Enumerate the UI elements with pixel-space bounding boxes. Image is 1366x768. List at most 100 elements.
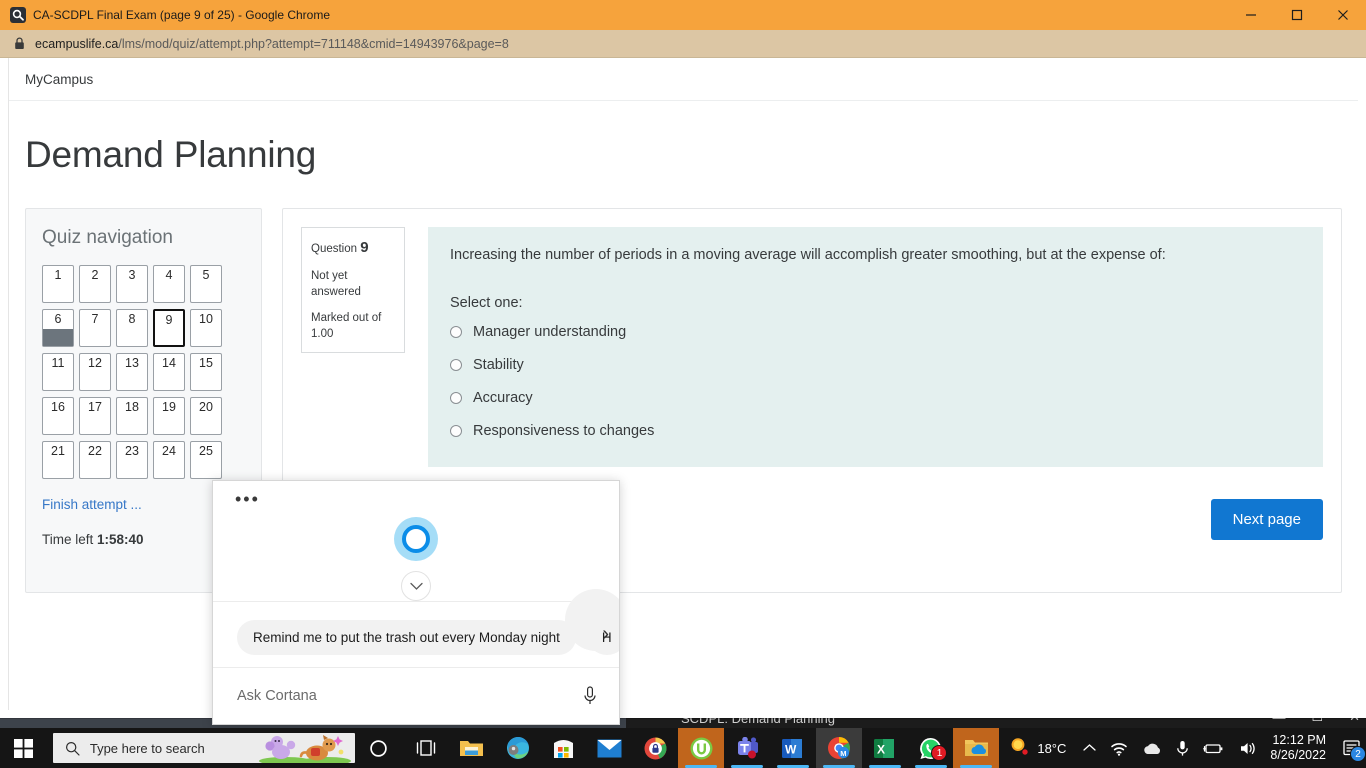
sun-icon (1009, 736, 1029, 761)
taskbar-app-microsoft-store[interactable] (541, 728, 587, 768)
answer-options-list: Manager understanding Stability Accuracy Re… (450, 324, 1301, 439)
cortana-more-options-icon[interactable]: ••• (235, 490, 260, 508)
search-input[interactable]: Type here to search (52, 733, 356, 763)
weather-widget[interactable]: 18°C (999, 736, 1076, 761)
chrome-address-bar[interactable]: ecampuslife.ca/lms/mod/quiz/attempt.php?… (0, 30, 1366, 58)
taskbar-app-edge[interactable] (495, 728, 541, 768)
answer-option-label: Stability (473, 357, 524, 373)
radio-button[interactable] (450, 326, 462, 338)
quiz-nav-button-label: 13 (125, 356, 139, 370)
taskbar: Type here to search W M X 1 18°C 12:12 P… (0, 728, 1366, 768)
quiz-nav-button[interactable]: 17 (79, 397, 111, 435)
quiz-nav-button[interactable]: 22 (79, 441, 111, 479)
answer-option[interactable]: Manager understanding (450, 324, 1301, 340)
quiz-nav-button[interactable]: 20 (190, 397, 222, 435)
desktop: SCDPL: Demand Planning — ☐ ✕ CA-SCDPL Fi… (0, 0, 1366, 768)
quiz-nav-button[interactable]: 5 (190, 265, 222, 303)
volume-icon[interactable] (1232, 741, 1264, 756)
url-path: /lms/mod/quiz/attempt.php?attempt=711148… (118, 36, 509, 51)
quiz-nav-button-label: 10 (199, 312, 213, 326)
answer-option[interactable]: Accuracy (450, 390, 1301, 406)
radio-button[interactable] (450, 425, 462, 437)
quiz-nav-button-label: 21 (51, 444, 65, 458)
question-marks: Marked out of 1.00 (311, 312, 382, 340)
taskbar-app-whatsapp[interactable]: 1 (908, 728, 954, 768)
site-brand[interactable]: MyCampus (25, 72, 93, 87)
quiz-nav-button[interactable]: 9 (153, 309, 185, 347)
start-button-icon[interactable] (0, 728, 47, 768)
taskbar-app-onedrive-folder[interactable] (953, 728, 1000, 768)
question-number-line: Question 9 (311, 238, 395, 258)
quiz-nav-button[interactable]: 10 (190, 309, 222, 347)
quiz-nav-button[interactable]: 7 (79, 309, 111, 347)
chrome-window-controls (1228, 0, 1366, 30)
system-tray: 18°C 12:12 PM 8/26/2022 2 (999, 728, 1366, 768)
quiz-nav-button[interactable]: 18 (116, 397, 148, 435)
search-doodle-icon (245, 733, 355, 763)
question-info-box: Question 9 Not yet answered Marked out o… (301, 227, 405, 354)
close-button[interactable] (1320, 0, 1366, 30)
show-hidden-icons-chevron-up-icon[interactable] (1076, 743, 1103, 753)
quiz-nav-button[interactable]: 11 (42, 353, 74, 391)
taskbar-app-utorrent[interactable] (678, 728, 725, 768)
quiz-nav-button[interactable]: 3 (116, 265, 148, 303)
quiz-nav-button[interactable]: 12 (79, 353, 111, 391)
task-view-icon[interactable] (402, 728, 449, 768)
quiz-nav-button-label: 24 (162, 444, 176, 458)
quiz-nav-button-label: 19 (162, 400, 176, 414)
quiz-nav-button[interactable]: 1 (42, 265, 74, 303)
svg-text:X: X (877, 742, 885, 756)
chevron-right-icon[interactable]: › (602, 623, 609, 646)
cortana-input-row[interactable]: Ask Cortana (213, 667, 619, 724)
weather-temperature: 18°C (1037, 740, 1067, 756)
cortana-logo-icon (394, 517, 438, 561)
chevron-down-icon[interactable] (401, 571, 431, 601)
cortana-suggestions: Remind me to put the trash out every Mon… (213, 609, 619, 665)
wifi-icon[interactable] (1103, 741, 1135, 756)
answer-option[interactable]: Stability (450, 357, 1301, 373)
chrome-titlebar[interactable]: CA-SCDPL Final Exam (page 9 of 25) - Goo… (0, 0, 1366, 30)
quiz-nav-button[interactable]: 19 (153, 397, 185, 435)
quiz-nav-button[interactable]: 25 (190, 441, 222, 479)
taskbar-app-microsoft-word[interactable]: W (770, 728, 816, 768)
question-text: Increasing the number of periods in a mo… (450, 247, 1166, 263)
svg-text:M: M (840, 749, 846, 758)
action-center-icon[interactable]: 2 (1336, 728, 1366, 768)
next-page-button[interactable]: Next page (1210, 499, 1323, 540)
quiz-navigation-grid: 1 2 3 4 5 6 7 8 9 10 11 12 13 14 15 16 17 18 19 20 21 22 23 24 2… (42, 265, 245, 479)
clock[interactable]: 12:12 PM 8/26/2022 (1264, 733, 1336, 763)
taskbar-app-microsoft-teams[interactable] (724, 728, 770, 768)
quiz-nav-button[interactable]: 15 (190, 353, 222, 391)
quiz-nav-button[interactable]: 13 (116, 353, 148, 391)
quiz-nav-button[interactable]: 4 (153, 265, 185, 303)
onedrive-cloud-icon[interactable] (1135, 741, 1169, 755)
battery-icon[interactable] (1196, 742, 1232, 755)
taskbar-app-mail[interactable] (587, 728, 633, 768)
cortana-taskbar-icon[interactable] (355, 728, 402, 768)
cortana-suggestion-chip[interactable]: Remind me to put the trash out every Mon… (237, 619, 576, 655)
radio-button[interactable] (450, 359, 462, 371)
microphone-tray-icon[interactable] (1169, 740, 1196, 757)
quiz-nav-button[interactable]: 23 (116, 441, 148, 479)
answer-option[interactable]: Responsiveness to changes (450, 423, 1301, 439)
question-status: Not yet answered (311, 270, 361, 298)
minimize-button[interactable] (1228, 0, 1274, 30)
quiz-nav-button[interactable]: 8 (116, 309, 148, 347)
quiz-nav-button[interactable]: 14 (153, 353, 185, 391)
taskbar-app-microsoft-excel[interactable]: X (862, 728, 908, 768)
taskbar-app-google-chrome[interactable]: M (815, 728, 862, 768)
taskbar-app-password-manager[interactable] (632, 728, 678, 768)
quiz-nav-button[interactable]: 24 (153, 441, 185, 479)
maximize-button[interactable] (1274, 0, 1320, 30)
quiz-nav-button[interactable]: 2 (79, 265, 111, 303)
ask-cortana-input[interactable]: Ask Cortana (237, 688, 583, 704)
quiz-nav-button-label: 14 (162, 356, 176, 370)
page-favicon-icon (10, 7, 26, 23)
quiz-nav-button[interactable]: 16 (42, 397, 74, 435)
quiz-nav-button[interactable]: 21 (42, 441, 74, 479)
quiz-nav-button-label: 2 (91, 268, 99, 282)
radio-button[interactable] (450, 392, 462, 404)
taskbar-app-file-explorer[interactable] (449, 728, 495, 768)
quiz-nav-button[interactable]: 6 (42, 309, 74, 347)
microphone-icon[interactable] (583, 686, 597, 706)
